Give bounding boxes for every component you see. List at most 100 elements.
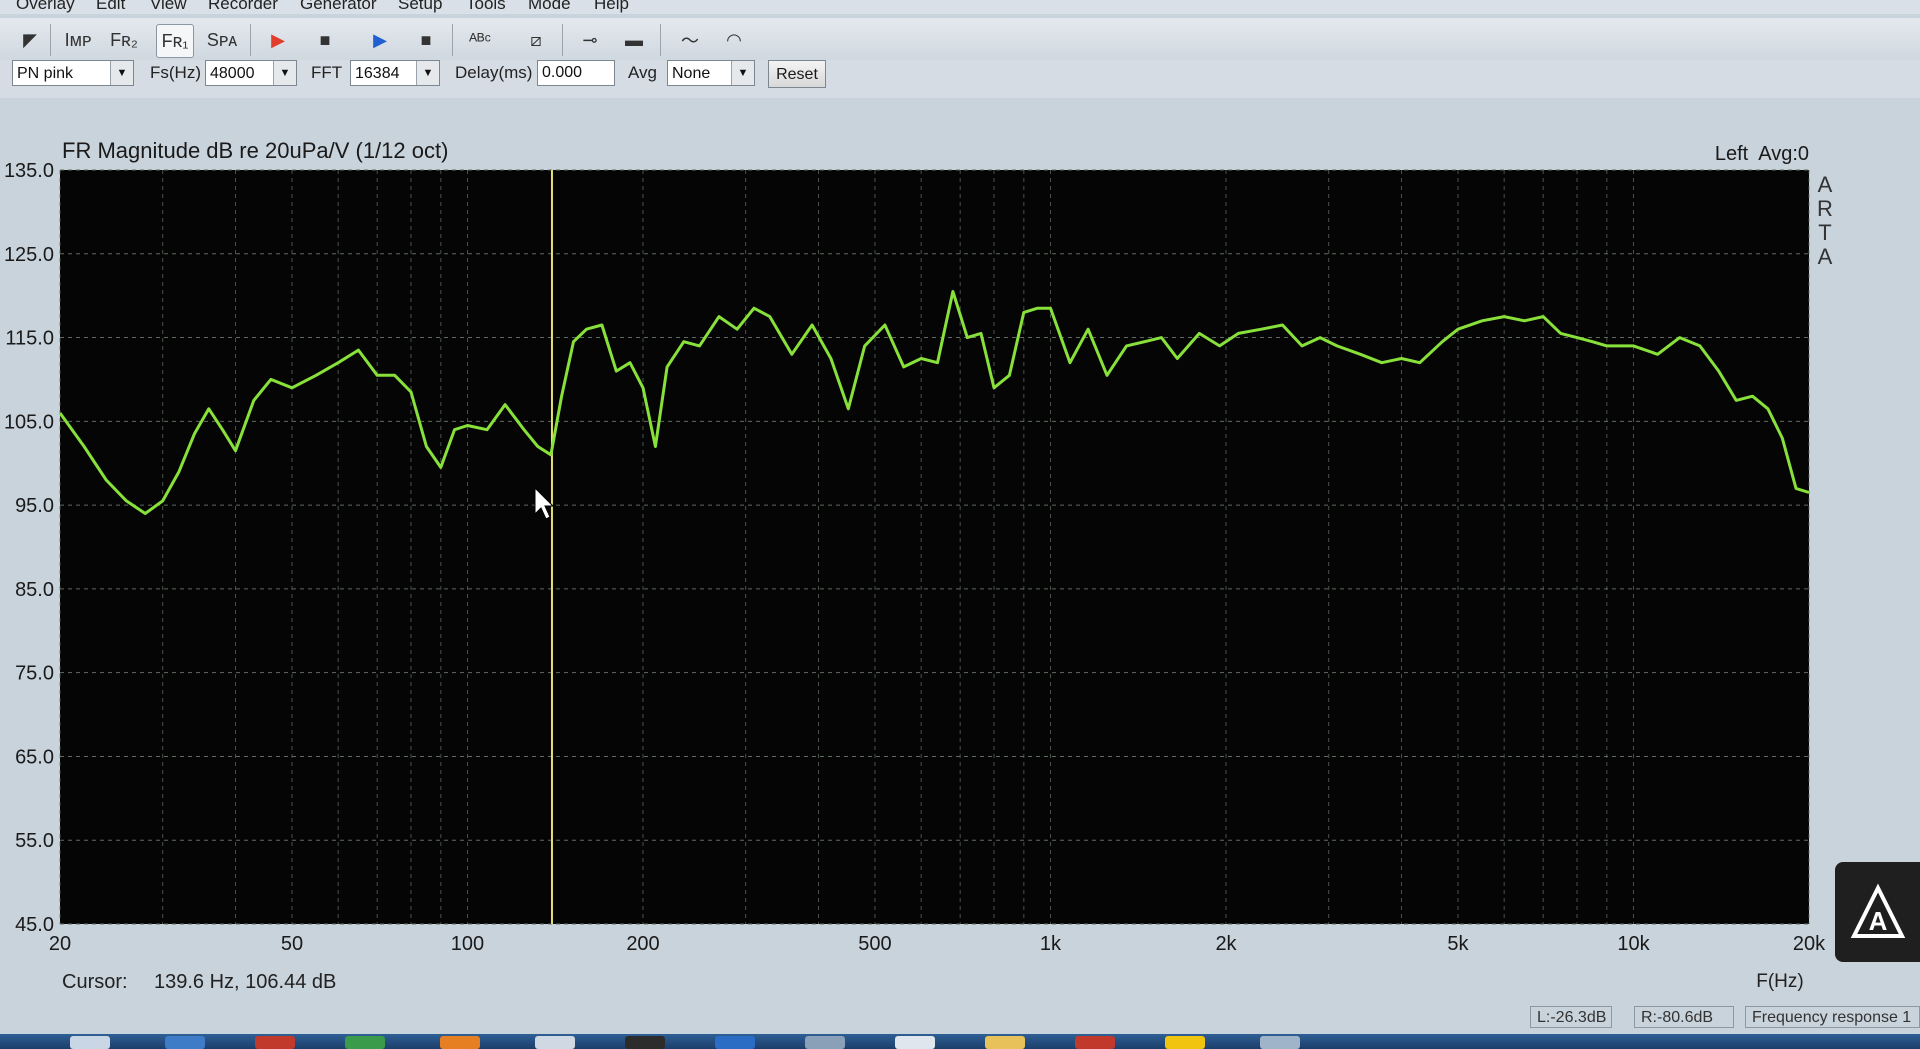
menu-help[interactable]: Help bbox=[594, 0, 629, 14]
taskbar-app-icon[interactable] bbox=[535, 1036, 575, 1049]
open-icon[interactable]: ◤ bbox=[12, 24, 48, 56]
generator-stop-icon[interactable]: ■ bbox=[408, 24, 444, 56]
menu-setup[interactable]: Setup bbox=[398, 0, 442, 14]
menu-edit[interactable]: Edit bbox=[96, 0, 125, 14]
y-tick-label: 105.0 bbox=[4, 411, 54, 433]
avg-select[interactable]: None ▼ bbox=[667, 60, 755, 86]
taskbar-app-icon[interactable] bbox=[70, 1036, 110, 1049]
cursor-readout: 139.6 Hz, 106.44 dB bbox=[154, 971, 336, 993]
taskbar-app-icon[interactable] bbox=[625, 1036, 665, 1049]
brand-letter: A bbox=[1818, 244, 1833, 269]
y-axis-ticks: 135.0 125.0 115.0 105.0 95.0 85.0 75.0 65.0 55.0… bbox=[4, 160, 54, 936]
scope-icon[interactable]: 〜 bbox=[672, 24, 708, 56]
taskbar-app-icon[interactable] bbox=[1165, 1036, 1205, 1049]
avg-label: Avg bbox=[628, 63, 657, 82]
brand-letter: T bbox=[1818, 220, 1831, 245]
frequency-response-graph[interactable]: FR Magnitude dB re 20uPa/V (1/12 oct) Le… bbox=[0, 130, 1920, 1000]
spa-mode-button[interactable]: Sᴘᴀ bbox=[204, 24, 240, 56]
x-tick-label: 20k bbox=[1793, 933, 1826, 955]
spectrum-icon[interactable]: ▬ bbox=[616, 24, 652, 56]
chevron-down-icon[interactable]: ▼ bbox=[731, 61, 754, 85]
status-bar: L:-26.3dB R:-80.6dB Frequency response 1 bbox=[0, 1000, 1920, 1034]
delay-input[interactable] bbox=[537, 60, 615, 86]
chevron-down-icon[interactable]: ▼ bbox=[273, 61, 296, 85]
fr2-mode-button[interactable]: Fʀ₂ bbox=[106, 24, 142, 56]
x-tick-label: 1k bbox=[1040, 933, 1062, 955]
left-level-indicator: L:-26.3dB bbox=[1530, 1006, 1612, 1028]
record-play-icon[interactable]: ▶ bbox=[260, 24, 296, 56]
menu-generator[interactable]: Generator bbox=[300, 0, 377, 14]
x-tick-label: 50 bbox=[281, 933, 303, 955]
y-tick-label: 65.0 bbox=[15, 746, 54, 768]
taskbar-app-icon[interactable] bbox=[255, 1036, 295, 1049]
taskbar-app-icon[interactable] bbox=[1075, 1036, 1115, 1049]
x-tick-label: 500 bbox=[858, 933, 891, 955]
imp-mode-button[interactable]: Iᴍᴘ bbox=[60, 24, 96, 56]
y-tick-label: 135.0 bbox=[4, 160, 54, 182]
fs-label: Fs(Hz) bbox=[150, 63, 201, 82]
reset-button[interactable]: Reset bbox=[768, 60, 826, 88]
x-tick-label: 5k bbox=[1447, 933, 1469, 955]
x-tick-label: 200 bbox=[626, 933, 659, 955]
fft-label: FFT bbox=[311, 63, 343, 82]
x-tick-label: 20 bbox=[49, 933, 71, 955]
y-tick-label: 95.0 bbox=[15, 495, 54, 517]
taskbar-app-icon[interactable] bbox=[715, 1036, 755, 1049]
x-axis-label: F(Hz) bbox=[1756, 971, 1803, 992]
toolbar-separator bbox=[562, 24, 563, 56]
taskbar-app-icon[interactable] bbox=[805, 1036, 845, 1049]
graph-title: FR Magnitude dB re 20uPa/V (1/12 oct) bbox=[62, 138, 448, 163]
toolbar-separator bbox=[660, 24, 661, 56]
brand-letter: R bbox=[1817, 196, 1833, 221]
menu-tools[interactable]: Tools bbox=[466, 0, 506, 14]
taskbar-app-icon[interactable] bbox=[895, 1036, 935, 1049]
delay-label: Delay(ms) bbox=[455, 63, 533, 82]
menu-bar: Overlay Edit View Recorder Generator Set… bbox=[0, 0, 1920, 14]
x-axis-ticks: 20 50 100 200 500 1k 2k 5k 10k 20k bbox=[49, 933, 1826, 955]
menu-view[interactable]: View bbox=[150, 0, 187, 14]
meter-icon[interactable]: ◠ bbox=[716, 24, 752, 56]
taskbar-app-icon[interactable] bbox=[165, 1036, 205, 1049]
generator-play-icon[interactable]: ▶ bbox=[362, 24, 398, 56]
x-tick-label: 100 bbox=[451, 933, 484, 955]
y-tick-label: 125.0 bbox=[4, 244, 54, 266]
app-shortcut-button[interactable]: A bbox=[1835, 862, 1920, 962]
generator-select[interactable]: PN pink ▼ bbox=[12, 60, 134, 86]
avg-select-value: None bbox=[672, 65, 711, 82]
menu-overlay[interactable]: Overlay bbox=[16, 0, 75, 14]
probe-icon[interactable]: ⊸ bbox=[572, 24, 608, 56]
y-tick-label: 115.0 bbox=[5, 328, 54, 350]
y-tick-label: 55.0 bbox=[15, 830, 54, 852]
x-tick-label: 2k bbox=[1215, 933, 1237, 955]
y-tick-label: 75.0 bbox=[15, 663, 54, 685]
generator-select-value: PN pink bbox=[17, 65, 74, 82]
toolbar-separator bbox=[452, 24, 453, 56]
taskbar-app-icon[interactable] bbox=[345, 1036, 385, 1049]
toolbar-separator bbox=[250, 24, 251, 56]
fft-select[interactable]: 16384 ▼ bbox=[350, 60, 440, 86]
cursor-label: Cursor: bbox=[62, 971, 128, 993]
taskbar bbox=[0, 1034, 1920, 1049]
abc-icon[interactable]: ᴬᴮᶜ bbox=[462, 24, 498, 56]
chevron-down-icon[interactable]: ▼ bbox=[416, 61, 439, 85]
fr1-mode-button[interactable]: Fʀ₁ bbox=[156, 24, 194, 58]
plot-area[interactable] bbox=[60, 170, 1809, 924]
right-level-indicator: R:-80.6dB bbox=[1634, 1006, 1734, 1028]
x-tick-label: 10k bbox=[1617, 933, 1650, 955]
control-bar: PN pink ▼ Fs(Hz) 48000 ▼ FFT 16384 ▼ Del… bbox=[0, 60, 1920, 98]
svg-text:A: A bbox=[1868, 906, 1887, 936]
taskbar-app-icon[interactable] bbox=[440, 1036, 480, 1049]
fs-select-value: 48000 bbox=[210, 65, 255, 82]
chevron-down-icon[interactable]: ▼ bbox=[110, 61, 133, 85]
waveform-icon[interactable]: ⧄ bbox=[518, 24, 554, 56]
menu-mode[interactable]: Mode bbox=[528, 0, 571, 14]
brand-letter: A bbox=[1818, 172, 1833, 197]
mode-indicator: Frequency response 1 bbox=[1745, 1006, 1920, 1028]
y-tick-label: 85.0 bbox=[15, 579, 54, 601]
fs-select[interactable]: 48000 ▼ bbox=[205, 60, 297, 86]
taskbar-app-icon[interactable] bbox=[985, 1036, 1025, 1049]
toolbar-separator bbox=[50, 24, 51, 56]
taskbar-app-icon[interactable] bbox=[1260, 1036, 1300, 1049]
record-stop-icon[interactable]: ■ bbox=[307, 24, 343, 56]
menu-recorder[interactable]: Recorder bbox=[208, 0, 278, 14]
